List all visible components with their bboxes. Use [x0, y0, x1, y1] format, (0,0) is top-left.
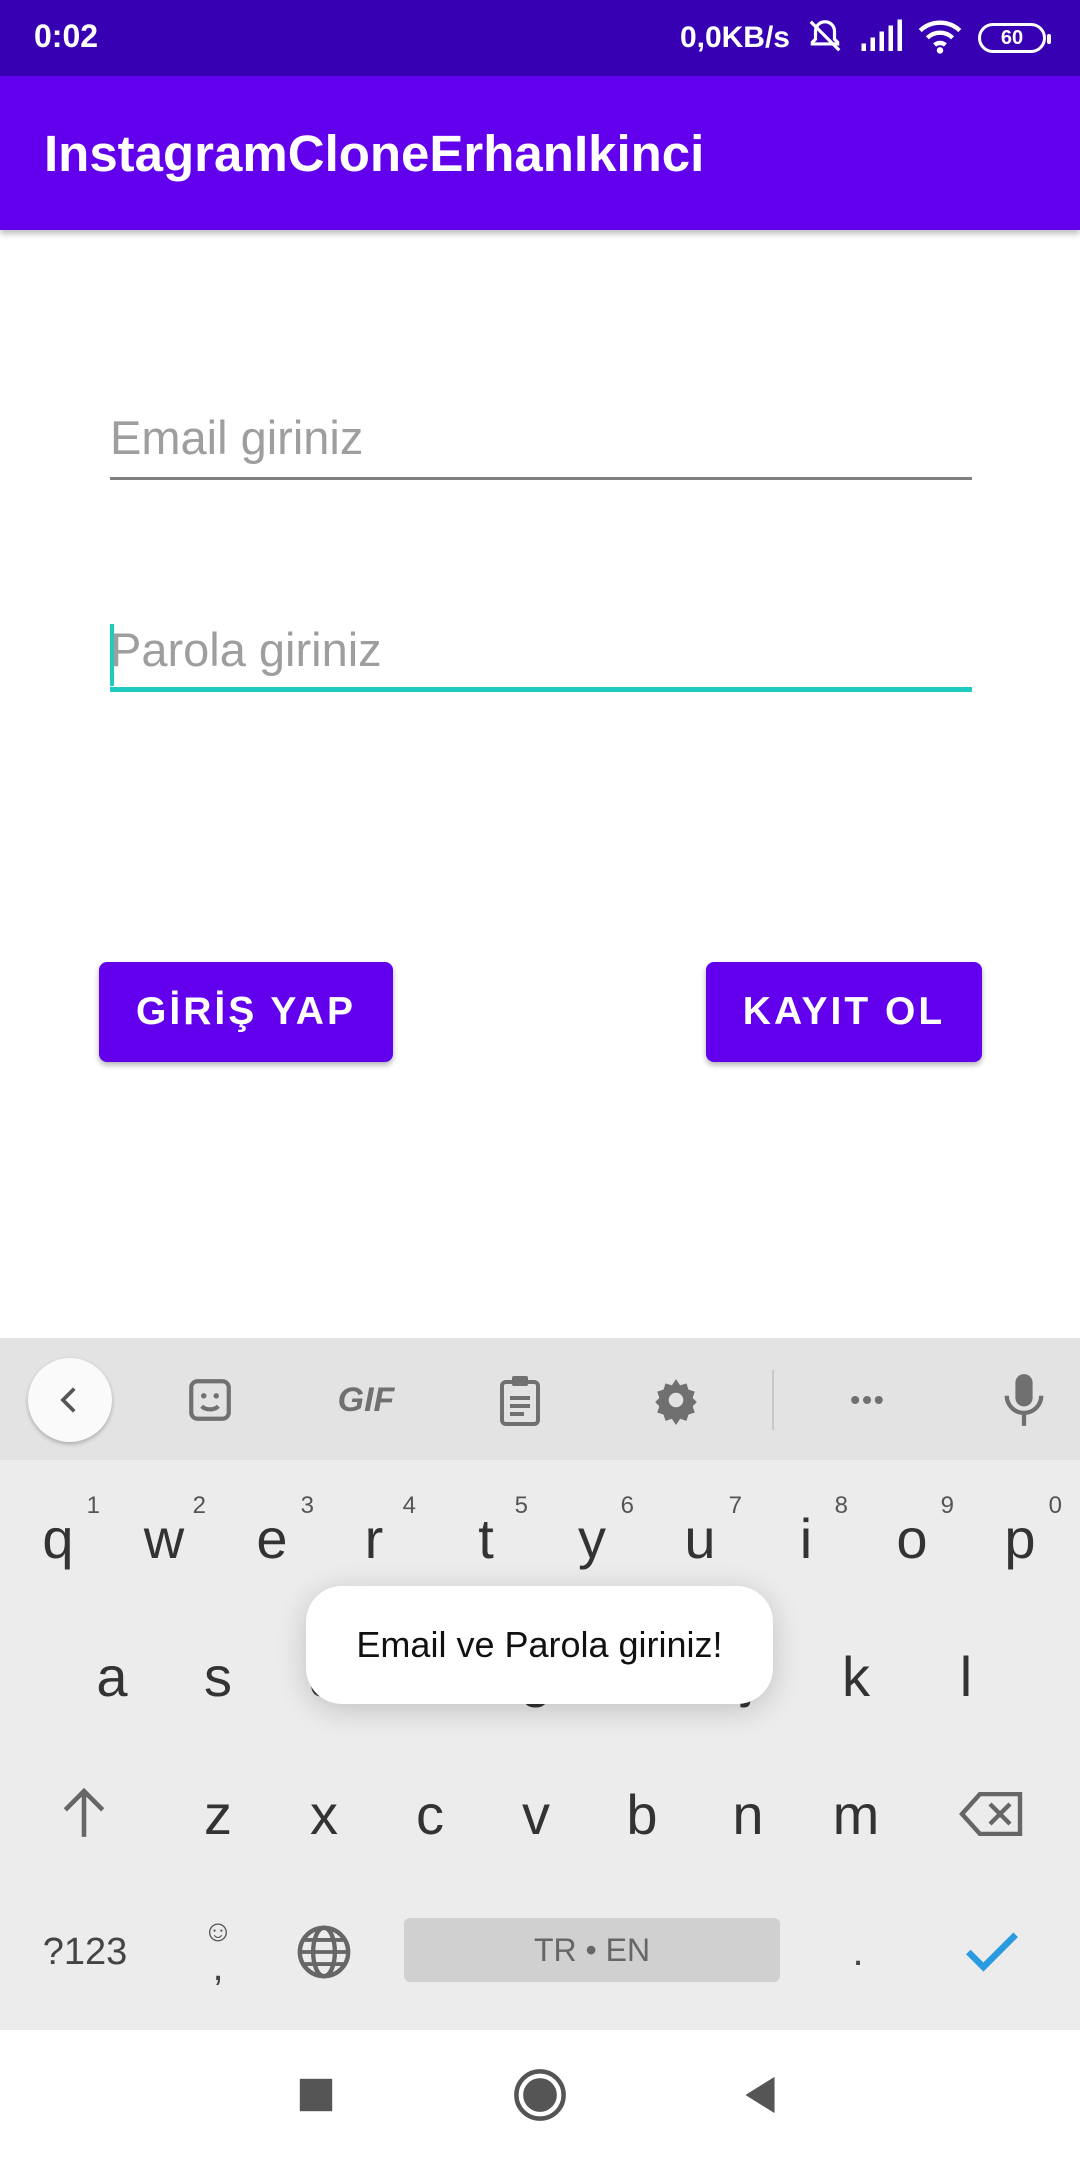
- key-hint: 0: [1048, 1492, 1062, 1519]
- register-button[interactable]: KAYIT OL: [706, 962, 982, 1062]
- key-e[interactable]: e3: [222, 1478, 322, 1598]
- key-r[interactable]: r4: [324, 1478, 424, 1598]
- key-c[interactable]: c: [380, 1754, 480, 1874]
- home-circle-icon[interactable]: [505, 2060, 575, 2130]
- alarm-off-icon: [806, 17, 844, 60]
- toolbar-divider: [772, 1370, 774, 1430]
- battery-icon: 60: [978, 23, 1051, 53]
- key-y[interactable]: y6: [542, 1478, 642, 1598]
- key-hint: 2: [192, 1492, 206, 1519]
- key-w[interactable]: w2: [114, 1478, 214, 1598]
- key-label: o: [896, 1506, 928, 1570]
- key-hint: 8: [834, 1492, 848, 1519]
- app-title: InstagramCloneErhanIkinci: [44, 125, 705, 182]
- key-hint: 3: [300, 1492, 314, 1519]
- enter-key[interactable]: [942, 1892, 1042, 2012]
- key-hint: 5: [514, 1492, 528, 1519]
- toast-message: Email ve Parola giriniz!: [306, 1586, 773, 1704]
- key-k[interactable]: k: [806, 1616, 906, 1736]
- status-bar: 0:02 0,0KB/s 60: [0, 0, 1080, 76]
- key-label: t: [478, 1506, 494, 1570]
- system-nav-bar: [0, 2030, 1080, 2160]
- key-label: i: [799, 1506, 813, 1570]
- clipboard-icon[interactable]: [478, 1360, 562, 1440]
- key-hint: 9: [940, 1492, 954, 1519]
- checkmark-icon: [966, 1932, 1018, 1972]
- keyboard-toolbar: GIF •••: [0, 1338, 1080, 1460]
- email-field[interactable]: Email giriniz: [110, 410, 972, 480]
- emoji-comma-key[interactable]: ☺ ,: [168, 1892, 268, 2012]
- key-q[interactable]: q1: [8, 1478, 108, 1598]
- settings-icon[interactable]: [634, 1360, 718, 1440]
- key-u[interactable]: u7: [650, 1478, 750, 1598]
- key-a[interactable]: a: [62, 1616, 162, 1736]
- period-key[interactable]: .: [808, 1892, 908, 2012]
- key-label: p: [1004, 1506, 1036, 1570]
- microphone-icon[interactable]: [982, 1360, 1066, 1440]
- key-label: q: [42, 1506, 74, 1570]
- back-arrow-icon[interactable]: [28, 1358, 112, 1442]
- email-underline: [110, 477, 972, 480]
- wifi-icon: [918, 18, 962, 59]
- key-hint: 7: [728, 1492, 742, 1519]
- app-bar: InstagramCloneErhanIkinci: [0, 76, 1080, 230]
- globe-icon: [297, 1925, 351, 1979]
- key-hint: 1: [86, 1492, 100, 1519]
- login-button[interactable]: GİRİŞ YAP: [99, 962, 393, 1062]
- status-icons: 0,0KB/s 60: [679, 14, 1051, 62]
- status-time: 0:02: [34, 18, 99, 54]
- key-l[interactable]: l: [916, 1616, 1016, 1736]
- more-icon[interactable]: •••: [826, 1360, 910, 1440]
- sticker-icon[interactable]: [168, 1360, 252, 1440]
- comma-label: ,: [212, 1945, 224, 1989]
- key-label: y: [578, 1506, 606, 1570]
- key-label: w: [143, 1506, 185, 1570]
- key-m[interactable]: m: [806, 1754, 906, 1874]
- email-placeholder: Email giriniz: [110, 411, 364, 464]
- key-b[interactable]: b: [592, 1754, 692, 1874]
- key-p[interactable]: p0: [970, 1478, 1070, 1598]
- key-i[interactable]: i8: [756, 1478, 856, 1598]
- space-key[interactable]: TR • EN: [404, 1918, 780, 1982]
- key-z[interactable]: z: [168, 1754, 268, 1874]
- key-v[interactable]: v: [486, 1754, 586, 1874]
- backspace-key[interactable]: [942, 1754, 1042, 1874]
- key-x[interactable]: x: [274, 1754, 374, 1874]
- key-t[interactable]: t5: [436, 1478, 536, 1598]
- symbols-key[interactable]: ?123: [20, 1892, 150, 2012]
- gif-icon[interactable]: GIF: [324, 1360, 408, 1440]
- signal-icon: [860, 19, 902, 58]
- key-label: r: [364, 1506, 384, 1570]
- backspace-icon: [959, 1792, 1023, 1836]
- password-placeholder: Parola giriniz: [110, 623, 382, 676]
- shift-key[interactable]: [34, 1754, 134, 1874]
- key-label: e: [256, 1506, 288, 1570]
- password-field[interactable]: Parola giriniz: [110, 622, 972, 692]
- language-key[interactable]: [274, 1892, 374, 2012]
- key-s[interactable]: s: [168, 1616, 268, 1736]
- key-hint: 4: [402, 1492, 416, 1519]
- key-label: u: [684, 1506, 716, 1570]
- shift-icon: [63, 1787, 105, 1837]
- network-speed: 0,0KB/s: [679, 21, 790, 54]
- key-o[interactable]: o9: [862, 1478, 962, 1598]
- back-triangle-icon[interactable]: [725, 2060, 795, 2130]
- key-n[interactable]: n: [698, 1754, 798, 1874]
- emoji-icon: ☺: [202, 1915, 234, 1948]
- key-hint: 6: [620, 1492, 634, 1519]
- password-underline: [110, 687, 972, 692]
- recents-square-icon[interactable]: [281, 2060, 351, 2130]
